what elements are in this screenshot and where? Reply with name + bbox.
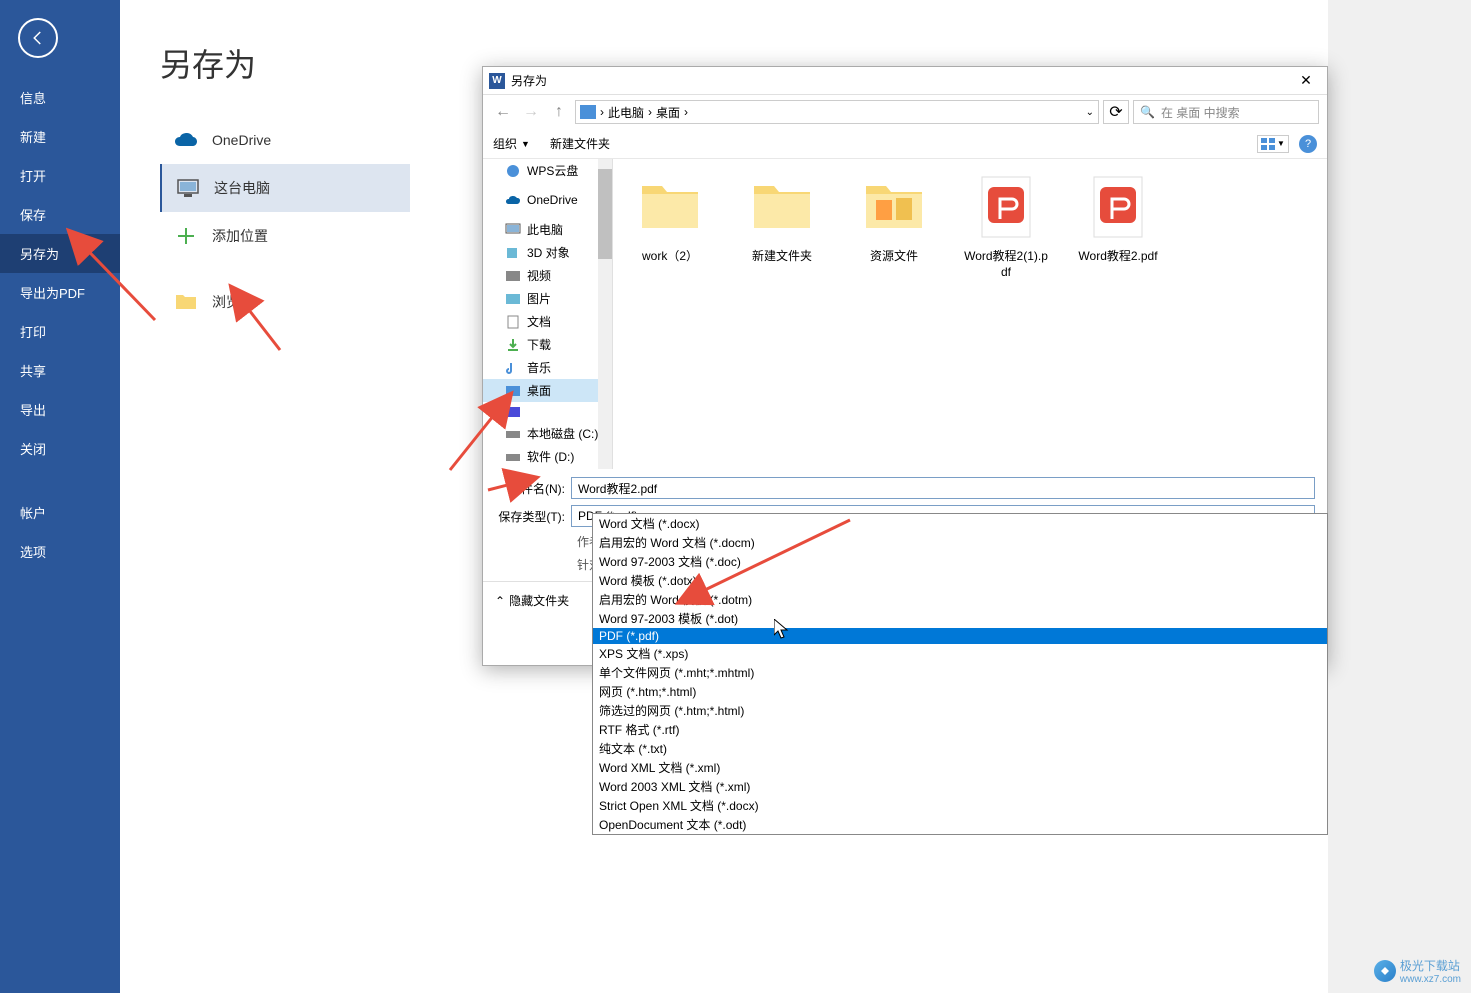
word-icon: W (489, 73, 505, 89)
filetype-option[interactable]: 单个文件网页 (*.mht;*.mhtml) (593, 663, 1327, 682)
filetype-option[interactable]: 启用宏的 Word 模板 (*.dotm) (593, 590, 1327, 609)
nav-new[interactable]: 新建 (0, 117, 120, 156)
tree-wpscloud[interactable]: WPS云盘 (483, 159, 612, 182)
tree-unknown[interactable] (483, 402, 612, 422)
file-folder[interactable]: work（2） (625, 171, 715, 265)
file-pdf[interactable]: Word教程2(1).pdf (961, 171, 1051, 280)
dialog-titlebar[interactable]: W 另存为 ✕ (483, 67, 1327, 95)
dialog-nav: ← → ↑ › 此电脑 › 桌面 › ⌄ ⟳ 🔍 在 桌面 中搜索 (483, 95, 1327, 129)
tree-downloads[interactable]: 下载 (483, 333, 612, 356)
filetype-option[interactable]: XPS 文档 (*.xps) (593, 644, 1327, 663)
watermark-url: www.xz7.com (1400, 974, 1461, 985)
filetype-option[interactable]: Word 文档 (*.docx) (593, 514, 1327, 533)
location-thispc[interactable]: 这台电脑 (160, 164, 410, 212)
tree-softd[interactable]: 软件 (D:) (483, 445, 612, 468)
nav-print[interactable]: 打印 (0, 312, 120, 351)
back-button[interactable] (18, 18, 58, 58)
computer-icon (176, 176, 200, 200)
tree-documents[interactable]: 文档 (483, 310, 612, 333)
filetype-option[interactable]: Word 97-2003 模板 (*.dot) (593, 609, 1327, 628)
nav-export[interactable]: 导出 (0, 390, 120, 429)
nav-account[interactable]: 帐户 (0, 493, 120, 532)
filename-label: 文件名(N): (495, 480, 571, 497)
tree-videos[interactable]: 视频 (483, 264, 612, 287)
filetype-option[interactable]: Word XML 文档 (*.xml) (593, 758, 1327, 777)
tree-3dobjects[interactable]: 3D 对象 (483, 241, 612, 264)
newfolder-button[interactable]: 新建文件夹 (550, 135, 610, 152)
organize-button[interactable]: 组织 ▼ (493, 135, 530, 152)
filetype-option[interactable]: RTF 格式 (*.rtf) (593, 720, 1327, 739)
location-label: 添加位置 (212, 226, 268, 246)
dialog-title: 另存为 (511, 72, 1291, 89)
filetype-option[interactable]: PDF (*.pdf) (593, 628, 1327, 644)
filetype-label: 保存类型(T): (495, 508, 571, 525)
nav-up-button[interactable]: ↑ (547, 100, 571, 124)
search-placeholder: 在 桌面 中搜索 (1161, 104, 1240, 121)
hide-folders-button[interactable]: ⌃ 隐藏文件夹 (495, 592, 569, 609)
file-folder[interactable]: 新建文件夹 (737, 171, 827, 265)
filetype-option[interactable]: Word 2003 XML 文档 (*.xml) (593, 777, 1327, 796)
nav-share[interactable]: 共享 (0, 351, 120, 390)
breadcrumb-thispc[interactable]: 此电脑 (608, 104, 644, 121)
filetype-options-list[interactable]: Word 文档 (*.docx)启用宏的 Word 文档 (*.docm)Wor… (592, 513, 1328, 835)
file-folder[interactable]: 资源文件 (849, 171, 939, 265)
location-label: OneDrive (212, 132, 271, 148)
backstage-nav: 信息 新建 打开 保存 另存为 导出为PDF 打印 共享 导出 关闭 帐户 选项 (0, 0, 120, 993)
mouse-cursor (774, 619, 790, 644)
folder-tree[interactable]: WPS云盘 OneDrive 此电脑 3D 对象 视频 图片 文档 下载 音乐 … (483, 159, 613, 469)
nav-exportpdf[interactable]: 导出为PDF (0, 273, 120, 312)
filetype-option[interactable]: OpenDocument 文本 (*.odt) (593, 815, 1327, 834)
watermark: 极光下载站 www.xz7.com (1374, 957, 1461, 985)
nav-forward-button[interactable]: → (519, 100, 543, 124)
dialog-help-button[interactable]: ? (1299, 135, 1317, 153)
search-icon: 🔍 (1140, 105, 1155, 119)
watermark-icon (1374, 960, 1396, 982)
filetype-option[interactable]: 启用宏的 Word 文档 (*.docm) (593, 533, 1327, 552)
location-list: OneDrive 这台电脑 添加位置 浏览 (160, 116, 410, 326)
folder-icon (174, 290, 198, 314)
tree-desktop[interactable]: 桌面 (483, 379, 612, 402)
file-panel[interactable]: work（2） 新建文件夹 资源文件 Word教程2(1).pdf Word教程… (613, 159, 1327, 469)
watermark-text: 极光下载站 (1400, 957, 1461, 974)
nav-open[interactable]: 打开 (0, 156, 120, 195)
onedrive-icon (174, 128, 198, 152)
nav-close[interactable]: 关闭 (0, 429, 120, 468)
location-label: 这台电脑 (214, 178, 270, 198)
file-pdf[interactable]: Word教程2.pdf (1073, 171, 1163, 265)
tree-onedrive[interactable]: OneDrive (483, 190, 612, 210)
refresh-button[interactable]: ⟳ (1103, 100, 1129, 124)
filetype-option[interactable]: 网页 (*.htm;*.html) (593, 682, 1327, 701)
filetype-option[interactable]: Word 模板 (*.dotx) (593, 571, 1327, 590)
nav-save[interactable]: 保存 (0, 195, 120, 234)
nav-back-button[interactable]: ← (491, 100, 515, 124)
address-dropdown[interactable]: ⌄ (1086, 107, 1094, 118)
chevron-up-icon: ⌃ (495, 594, 505, 608)
view-button[interactable]: ▼ (1257, 135, 1289, 153)
address-bar[interactable]: › 此电脑 › 桌面 › ⌄ (575, 100, 1099, 124)
filetype-option[interactable]: 筛选过的网页 (*.htm;*.html) (593, 701, 1327, 720)
filetype-option[interactable]: Strict Open XML 文档 (*.docx) (593, 796, 1327, 815)
tree-pictures[interactable]: 图片 (483, 287, 612, 310)
nav-options[interactable]: 选项 (0, 532, 120, 571)
tree-thispc[interactable]: 此电脑 (483, 218, 612, 241)
location-addplace[interactable]: 添加位置 (160, 212, 410, 260)
tree-music[interactable]: 音乐 (483, 356, 612, 379)
drive-icon (580, 105, 596, 119)
filetype-option[interactable]: Word 97-2003 文档 (*.doc) (593, 552, 1327, 571)
filetype-option[interactable]: 纯文本 (*.txt) (593, 739, 1327, 758)
nav-info[interactable]: 信息 (0, 78, 120, 117)
tree-scrollbar[interactable] (598, 159, 612, 469)
breadcrumb-desktop[interactable]: 桌面 (656, 104, 680, 121)
plus-icon (174, 224, 198, 248)
location-label: 浏览 (212, 292, 240, 312)
dialog-body: WPS云盘 OneDrive 此电脑 3D 对象 视频 图片 文档 下载 音乐 … (483, 159, 1327, 469)
search-input[interactable]: 🔍 在 桌面 中搜索 (1133, 100, 1319, 124)
filename-input[interactable] (571, 477, 1315, 499)
location-browse[interactable]: 浏览 (160, 278, 410, 326)
dialog-toolbar: 组织 ▼ 新建文件夹 ▼ ? (483, 129, 1327, 159)
location-onedrive[interactable]: OneDrive (160, 116, 410, 164)
tree-localc[interactable]: 本地磁盘 (C:) (483, 422, 612, 445)
dialog-close-button[interactable]: ✕ (1291, 72, 1321, 89)
nav-saveas[interactable]: 另存为 (0, 234, 120, 273)
